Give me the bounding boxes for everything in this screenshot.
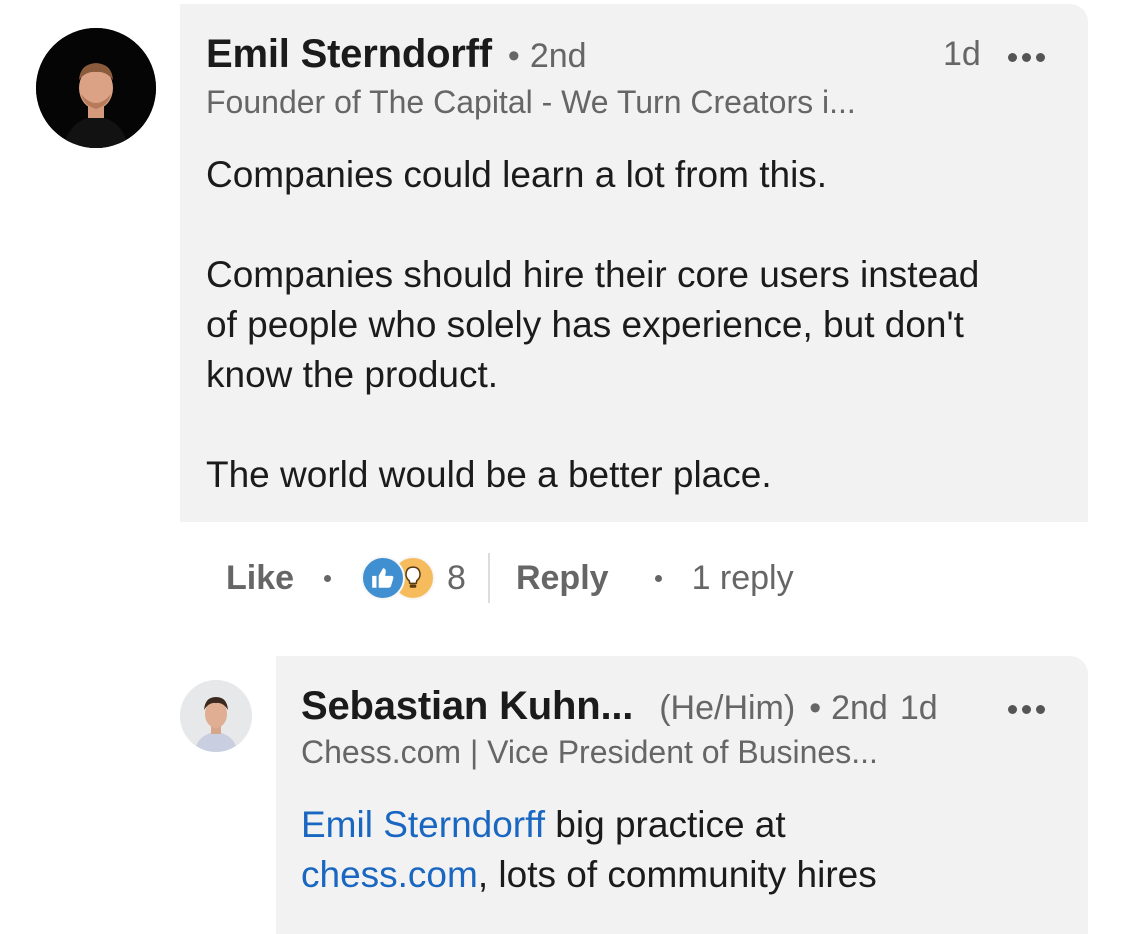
- mention-link[interactable]: Emil Sterndorff: [301, 804, 545, 845]
- replier-avatar[interactable]: [180, 680, 252, 752]
- website-link[interactable]: chess.com: [301, 854, 478, 895]
- commenter-headline: Founder of The Capital - We Turn Creator…: [206, 84, 856, 120]
- comment-header: Emil Sterndorff • 2nd: [206, 32, 587, 77]
- replies-count-link[interactable]: 1 reply: [692, 559, 794, 598]
- reply-text-segment: , lots of community hires: [477, 854, 877, 895]
- separator-dot: [654, 574, 662, 582]
- comment-more-icon[interactable]: [1008, 53, 1045, 62]
- reaction-count: 8: [447, 558, 466, 597]
- like-button[interactable]: Like: [226, 559, 294, 598]
- reactions-summary[interactable]: 8: [361, 556, 466, 600]
- reply-more-icon[interactable]: [1008, 705, 1045, 714]
- commenter-avatar[interactable]: [36, 28, 156, 148]
- separator-dot: [324, 574, 332, 582]
- connection-degree: 2nd: [831, 689, 888, 727]
- replier-name[interactable]: Sebastian Kuhn...: [301, 684, 633, 729]
- like-reaction-icon: [361, 556, 406, 600]
- comment-paragraph: The world would be a better place.: [206, 454, 772, 495]
- divider: [487, 553, 490, 603]
- separator-dot: •: [809, 689, 822, 727]
- reply-text-segment: big practice at: [545, 804, 786, 845]
- replier-pronouns: (He/Him): [659, 689, 796, 727]
- profile-photo: [36, 28, 156, 148]
- comment-paragraph: Companies should hire their core users i…: [206, 254, 980, 395]
- comment-timestamp: 1d: [943, 35, 981, 73]
- replier-headline: Chess.com | Vice President of Busines...: [301, 734, 878, 770]
- commenter-name[interactable]: Emil Sterndorff: [206, 32, 492, 77]
- reply-button[interactable]: Reply: [516, 559, 609, 598]
- separator-dot: •: [507, 37, 520, 75]
- reply-header: Sebastian Kuhn... (He/Him) • 2nd 1d: [301, 684, 938, 729]
- comment-text: Companies could learn a lot from this. C…: [206, 150, 1066, 500]
- profile-photo: [180, 680, 252, 752]
- comment-paragraph: Companies could learn a lot from this.: [206, 154, 828, 195]
- connection-degree: 2nd: [529, 37, 587, 75]
- reply-timestamp: 1d: [899, 689, 938, 727]
- reply-text: Emil Sterndorff big practice at chess.co…: [301, 800, 1061, 900]
- comment-action-bar: Like 8 Reply 1 reply: [226, 548, 794, 608]
